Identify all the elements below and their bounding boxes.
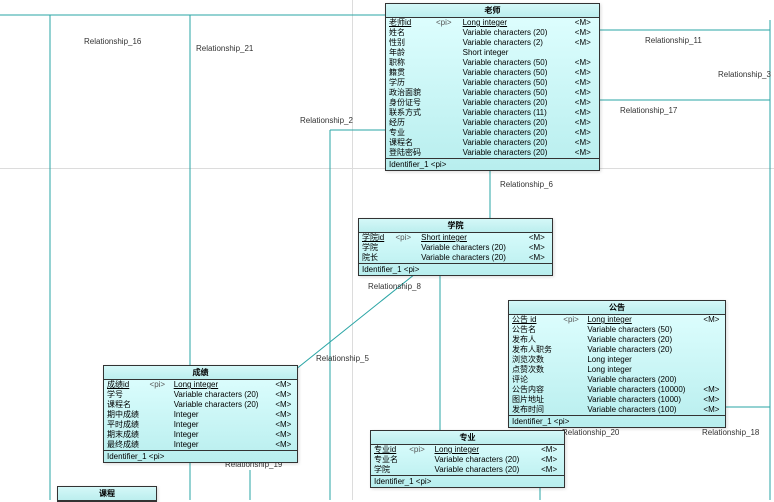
table-row: 姓名Variable characters (20)<M> [386, 28, 599, 38]
table-row: 浏览次数Long integer [509, 355, 725, 365]
table-row: 老师id<pi>Long integer<M> [386, 18, 599, 28]
entity-college-attributes: 学院id<pi>Short integer<M>学院Variable chara… [359, 233, 552, 263]
entity-course-title: 课程 [58, 487, 156, 501]
table-row: 发布人Variable characters (20) [509, 335, 725, 345]
table-row: 成绩id<pi>Long integer<M> [104, 380, 297, 390]
entity-teacher-attributes: 老师id<pi>Long integer<M>姓名Variable charac… [386, 18, 599, 158]
table-row: 专业id<pi>Long integer<M> [371, 445, 564, 455]
entity-college-title: 学院 [359, 219, 552, 233]
table-row: 年龄Short integer [386, 48, 599, 58]
table-row: 期中成绩Integer<M> [104, 410, 297, 420]
entity-grade-identifier: Identifier_1 <pi> [104, 450, 297, 462]
table-row: 发布人职务Variable characters (20) [509, 345, 725, 355]
table-row: 专业名Variable characters (20)<M> [371, 455, 564, 465]
relationship-label-r3: Relationship_3 [718, 70, 771, 79]
table-row: 最终成绩Integer<M> [104, 440, 297, 450]
table-row: 公告 id<pi>Long integer<M> [509, 315, 725, 325]
entity-announce-identifier: Identifier_1 <pi> [509, 415, 725, 427]
table-row: 经历Variable characters (20)<M> [386, 118, 599, 128]
table-row: 身份证号Variable characters (20)<M> [386, 98, 599, 108]
relationship-label-r20: Relationship_20 [562, 428, 619, 437]
relationship-label-r18: Relationship_18 [702, 428, 759, 437]
table-row: 学院Variable characters (20)<M> [371, 465, 564, 475]
table-row: 学历Variable characters (50)<M> [386, 78, 599, 88]
relationship-label-r16: Relationship_16 [84, 37, 141, 46]
table-row: 公告名Variable characters (50) [509, 325, 725, 335]
table-row: 评论Variable characters (200) [509, 375, 725, 385]
entity-announce-attributes: 公告 id<pi>Long integer<M>公告名Variable char… [509, 315, 725, 415]
entity-grade[interactable]: 成绩 成绩id<pi>Long integer<M>学号Variable cha… [103, 365, 298, 463]
table-row: 学院Variable characters (20)<M> [359, 243, 552, 253]
entity-announce[interactable]: 公告 公告 id<pi>Long integer<M>公告名Variable c… [508, 300, 726, 428]
entity-major[interactable]: 专业 专业id<pi>Long integer<M>专业名Variable ch… [370, 430, 565, 488]
relationship-label-r5: Relationship_5 [316, 354, 369, 363]
relationship-label-r6: Relationship_6 [500, 180, 553, 189]
table-row: 公告内容Variable characters (10000)<M> [509, 385, 725, 395]
entity-announce-title: 公告 [509, 301, 725, 315]
table-row: 课程名Variable characters (20)<M> [386, 138, 599, 148]
table-row: 专业Variable characters (20)<M> [386, 128, 599, 138]
table-row: 平时成绩Integer<M> [104, 420, 297, 430]
table-row: 院长Variable characters (20)<M> [359, 253, 552, 263]
table-row: 性别Variable characters (2)<M> [386, 38, 599, 48]
entity-teacher-title: 老师 [386, 4, 599, 18]
entity-grade-title: 成绩 [104, 366, 297, 380]
entity-major-title: 专业 [371, 431, 564, 445]
table-row: 学号Variable characters (20)<M> [104, 390, 297, 400]
grid-line-vertical [352, 0, 353, 500]
entity-major-identifier: Identifier_1 <pi> [371, 475, 564, 487]
table-row: 政治面貌Variable characters (50)<M> [386, 88, 599, 98]
table-row: 籍贯Variable characters (50)<M> [386, 68, 599, 78]
table-row: 登陆密码Variable characters (20)<M> [386, 148, 599, 158]
relationship-label-r2: Relationship_2 [300, 116, 353, 125]
table-row: 期末成绩Integer<M> [104, 430, 297, 440]
relationship-label-r17: Relationship_17 [620, 106, 677, 115]
entity-major-attributes: 专业id<pi>Long integer<M>专业名Variable chara… [371, 445, 564, 475]
relationship-label-r11: Relationship_11 [645, 36, 702, 45]
relationship-label-r21: Relationship_21 [196, 44, 253, 53]
table-row: 联系方式Variable characters (11)<M> [386, 108, 599, 118]
table-row: 学院id<pi>Short integer<M> [359, 233, 552, 243]
entity-college[interactable]: 学院 学院id<pi>Short integer<M>学院Variable ch… [358, 218, 553, 276]
entity-college-identifier: Identifier_1 <pi> [359, 263, 552, 275]
table-row: 点赞次数Long integer [509, 365, 725, 375]
entity-teacher-identifier: Identifier_1 <pi> [386, 158, 599, 170]
table-row: 发布时间Variable characters (100)<M> [509, 405, 725, 415]
relationship-label-r8: Relationship_8 [368, 282, 421, 291]
table-row: 图片地址Variable characters (1000)<M> [509, 395, 725, 405]
entity-teacher[interactable]: 老师 老师id<pi>Long integer<M>姓名Variable cha… [385, 3, 600, 171]
table-row: 课程名Variable characters (20)<M> [104, 400, 297, 410]
entity-grade-attributes: 成绩id<pi>Long integer<M>学号Variable charac… [104, 380, 297, 450]
table-row: 职称Variable characters (50)<M> [386, 58, 599, 68]
